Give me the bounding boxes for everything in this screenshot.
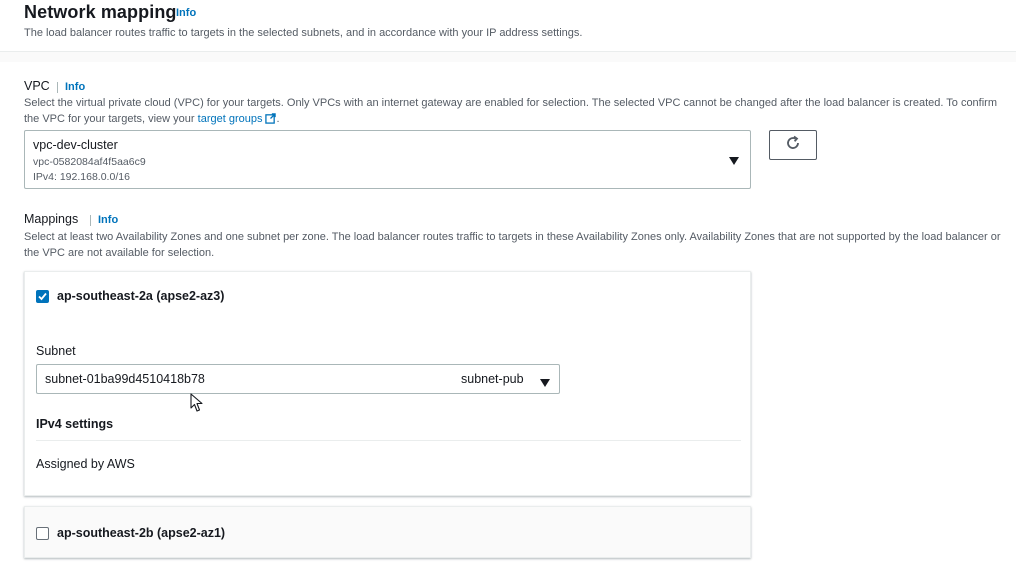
caret-down-icon — [728, 153, 740, 171]
vpc-select[interactable]: vpc-dev-cluster vpc-0582084af4f5aa6c9 IP… — [24, 130, 751, 189]
vpc-selected-name: vpc-dev-cluster — [33, 138, 118, 152]
refresh-icon — [785, 135, 801, 156]
vpc-selected-id: vpc-0582084af4f5aa6c9 — [33, 156, 146, 168]
ipv4-settings-value: Assigned by AWS — [36, 457, 135, 471]
mappings-info-link[interactable]: Info — [98, 214, 118, 226]
vpc-label: VPC — [24, 79, 50, 93]
divider — [36, 440, 741, 441]
az-card-ap-southeast-2b: ap-southeast-2b (apse2-az1) — [24, 506, 751, 558]
subnet-selected-name: subnet-pub — [461, 372, 524, 386]
az-name[interactable]: ap-southeast-2b (apse2-az1) — [57, 526, 225, 540]
az-checkbox-ap-southeast-2b[interactable] — [36, 527, 49, 540]
target-groups-link[interactable]: target groups — [198, 113, 263, 125]
vpc-selected-cidr: IPv4: 192.168.0.0/16 — [33, 171, 130, 183]
caret-down-icon — [539, 375, 551, 393]
vpc-description: Select the virtual private cloud (VPC) f… — [24, 95, 1009, 129]
divider — [57, 82, 58, 93]
divider — [90, 215, 91, 226]
external-link-icon — [265, 113, 277, 129]
refresh-button[interactable] — [769, 130, 817, 160]
az-card-ap-southeast-2a: ap-southeast-2a (apse2-az3) Subnet subne… — [24, 271, 751, 496]
subnet-selected-id: subnet-01ba99d4510418b78 — [45, 372, 205, 386]
vpc-info-link[interactable]: Info — [65, 81, 85, 93]
az-name[interactable]: ap-southeast-2a (apse2-az3) — [57, 289, 224, 303]
network-mapping-info-link[interactable]: Info — [176, 7, 196, 19]
subnet-label: Subnet — [36, 344, 76, 358]
subnet-select[interactable]: subnet-01ba99d4510418b78 subnet-pub — [36, 364, 560, 394]
ipv4-settings-title: IPv4 settings — [36, 417, 114, 431]
mappings-label: Mappings — [24, 212, 79, 226]
section-title: Network mapping — [24, 2, 177, 22]
az-checkbox-ap-southeast-2a[interactable] — [36, 290, 49, 303]
mouse-cursor-icon — [190, 393, 204, 418]
section-description: The load balancer routes traffic to targ… — [24, 27, 583, 39]
mappings-description: Select at least two Availability Zones a… — [24, 231, 1001, 259]
